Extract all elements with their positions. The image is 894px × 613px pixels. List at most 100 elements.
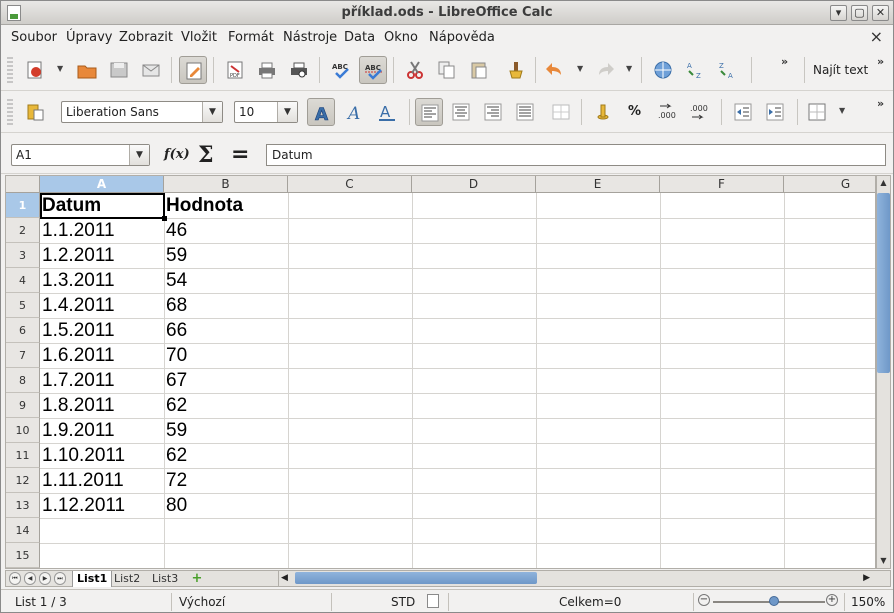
row-header[interactable]: 12 (6, 468, 40, 493)
sum-display[interactable]: Celkem=0 (559, 595, 621, 609)
cell-value[interactable]: 46 (165, 218, 187, 243)
sort-ascending-button[interactable]: AZ (681, 56, 709, 84)
column-header-g[interactable]: G (784, 176, 875, 193)
cell-value[interactable]: 62 (165, 393, 187, 418)
email-button[interactable] (137, 56, 165, 84)
cut-button[interactable] (401, 56, 429, 84)
row-header[interactable]: 9 (6, 393, 40, 418)
hyperlink-button[interactable] (649, 56, 677, 84)
row-header[interactable]: 8 (6, 368, 40, 393)
align-left-button[interactable] (415, 98, 443, 126)
print-preview-button[interactable] (285, 56, 313, 84)
clone-formatting-button[interactable] (501, 56, 529, 84)
scroll-left-icon[interactable]: ◀ (281, 571, 288, 586)
auto-spellcheck-button[interactable]: ABC (359, 56, 387, 84)
cell-cursor[interactable] (40, 193, 167, 221)
format-toolbar-more-button[interactable]: » (877, 97, 884, 110)
sort-descending-button[interactable]: ZA (713, 56, 741, 84)
toolbar-more-button[interactable]: » (781, 55, 788, 68)
chevron-down-icon[interactable]: ▼ (202, 102, 222, 122)
font-name-combo[interactable]: Liberation Sans ▼ (61, 101, 223, 123)
menu-format[interactable]: Formát (228, 30, 274, 45)
scroll-down-icon[interactable]: ▼ (877, 554, 890, 568)
sheet-tab-list2[interactable]: List2 (110, 571, 144, 587)
name-box[interactable]: A1 ▼ (11, 144, 150, 166)
currency-format-button[interactable] (589, 98, 617, 126)
borders-button[interactable] (803, 98, 831, 126)
cell-date[interactable]: 1.1.2011 (41, 218, 115, 243)
cell-value[interactable]: 66 (165, 318, 187, 343)
row-header[interactable]: 14 (6, 518, 40, 543)
horizontal-scroll-thumb[interactable] (295, 572, 537, 584)
last-sheet-icon[interactable]: ⏭ (54, 572, 66, 585)
paste-button[interactable] (465, 56, 493, 84)
page-style[interactable]: Výchozí (179, 595, 225, 609)
formula-button[interactable]: = (231, 142, 249, 167)
column-header-a[interactable]: A (40, 176, 164, 193)
menu-napoveda[interactable]: Nápověda (429, 30, 495, 45)
close-window-button[interactable]: ✕ (872, 5, 889, 21)
selection-mode[interactable]: STD (391, 595, 415, 609)
sum-button[interactable]: Σ (198, 142, 214, 168)
column-header-f[interactable]: F (660, 176, 784, 193)
increase-indent-button[interactable] (761, 98, 789, 126)
previous-sheet-icon[interactable]: ◀ (24, 572, 36, 585)
minimize-button[interactable]: ▾ (830, 5, 847, 21)
scroll-right-icon[interactable]: ▶ (863, 571, 870, 586)
sheet-tab-list1[interactable]: List1 (72, 571, 113, 587)
cell-date[interactable]: 1.11.2011 (41, 468, 124, 493)
menu-soubor[interactable]: Soubor (11, 30, 57, 45)
cell-date[interactable]: 1.10.2011 (41, 443, 125, 468)
italic-button[interactable]: A (341, 98, 369, 126)
toolbar-grip[interactable] (7, 57, 13, 83)
spellcheck-button[interactable]: ABC (327, 56, 355, 84)
cell-date[interactable]: 1.7.2011 (41, 368, 115, 393)
cell-b1[interactable]: Hodnota (165, 193, 243, 218)
row-header[interactable]: 13 (6, 493, 40, 518)
decrease-indent-button[interactable] (729, 98, 757, 126)
zoom-in-button[interactable]: + (826, 594, 838, 606)
cell-value[interactable]: 68 (165, 293, 187, 318)
undo-button[interactable] (541, 56, 569, 84)
chevron-down-icon[interactable]: ▼ (129, 145, 149, 165)
cell-value[interactable]: 59 (165, 418, 187, 443)
align-right-button[interactable] (479, 98, 507, 126)
column-header-c[interactable]: C (288, 176, 412, 193)
save-button[interactable] (105, 56, 133, 84)
row-header[interactable]: 4 (6, 268, 40, 293)
column-header-d[interactable]: D (412, 176, 536, 193)
row-header[interactable]: 15 (6, 543, 40, 568)
row-header[interactable]: 3 (6, 243, 40, 268)
formula-input[interactable]: Datum (266, 144, 886, 166)
align-center-button[interactable] (447, 98, 475, 126)
add-sheet-button[interactable]: + (186, 572, 208, 586)
cell-value[interactable]: 67 (165, 368, 187, 393)
next-sheet-icon[interactable]: ▶ (39, 572, 51, 585)
chevron-down-icon[interactable]: ▼ (277, 102, 297, 122)
new-dropdown-arrow[interactable]: ▼ (57, 64, 63, 73)
vertical-scroll-thumb[interactable] (877, 193, 890, 373)
menu-zobrazit[interactable]: Zobrazit (119, 30, 173, 45)
row-header[interactable]: 7 (6, 343, 40, 368)
zoom-out-button[interactable]: − (698, 594, 710, 606)
justify-button[interactable] (511, 98, 539, 126)
first-sheet-icon[interactable]: ⏮ (9, 572, 21, 585)
row-header[interactable]: 11 (6, 443, 40, 468)
vertical-scrollbar[interactable]: ▲ ▼ (876, 175, 891, 569)
cell-value[interactable]: 70 (165, 343, 187, 368)
new-document-button[interactable] (21, 56, 49, 84)
sheet-tab-list3[interactable]: List3 (148, 571, 182, 587)
maximize-button[interactable]: ▢ (851, 5, 868, 21)
spreadsheet-grid[interactable]: A B C D E F G 1 2 3 4 5 6 7 8 9 10 11 12… (5, 175, 876, 569)
row-header[interactable]: 1 (6, 193, 40, 218)
redo-button[interactable] (591, 56, 619, 84)
cell-date[interactable]: 1.12.2011 (41, 493, 125, 518)
cell-value[interactable]: 72 (165, 468, 187, 493)
zoom-level[interactable]: 150% (851, 595, 885, 609)
font-size-combo[interactable]: 10 ▼ (234, 101, 298, 123)
cell-date[interactable]: 1.6.2011 (41, 343, 115, 368)
select-all-corner[interactable] (6, 176, 40, 193)
horizontal-scrollbar[interactable]: ◀ ▶ (278, 571, 874, 586)
close-document-button[interactable]: × (870, 27, 883, 46)
undo-dropdown-arrow[interactable]: ▼ (577, 64, 583, 73)
